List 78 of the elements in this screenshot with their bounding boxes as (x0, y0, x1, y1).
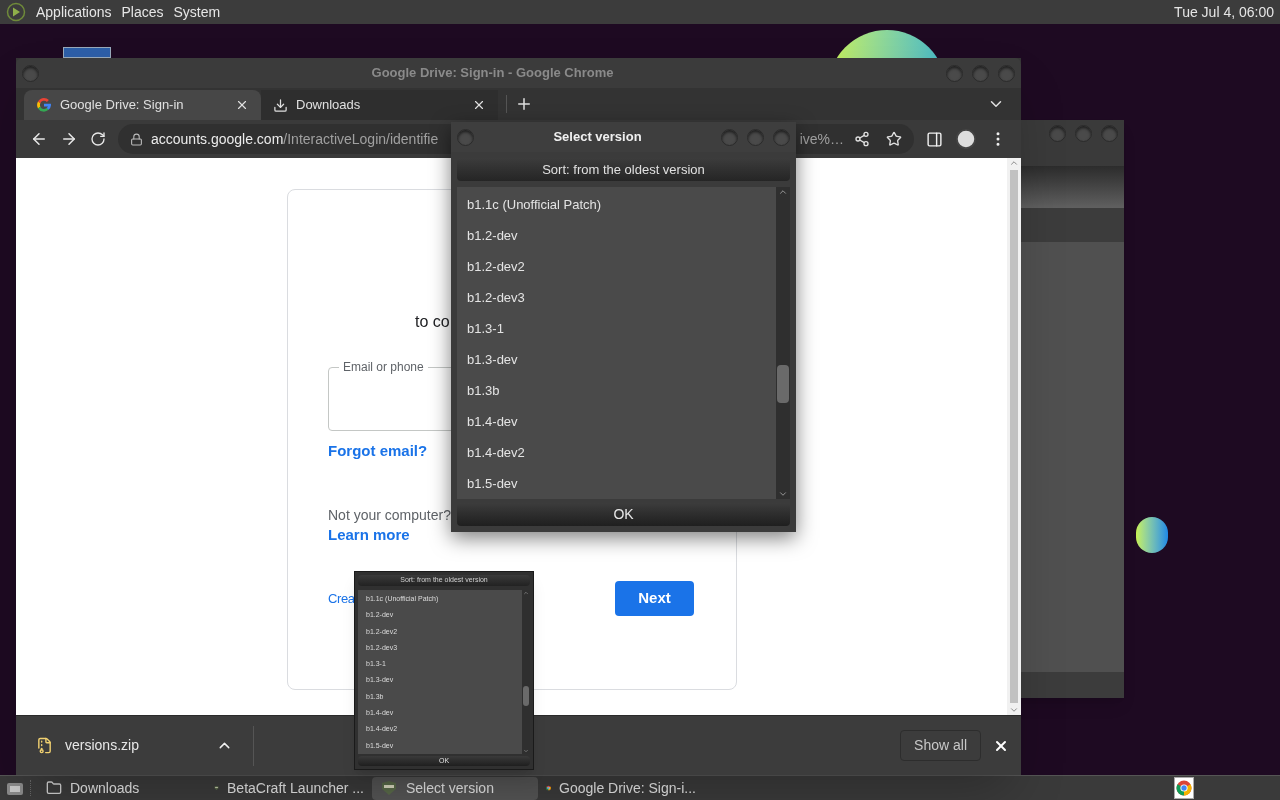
game-logo-icon (380, 780, 398, 796)
window-control-button[interactable] (747, 128, 764, 146)
lock-icon (130, 132, 143, 146)
learn-more-link[interactable]: Learn more (328, 525, 410, 545)
taskbar-item[interactable]: Select version (372, 776, 538, 800)
guest-mode-note: Not your computer? (328, 506, 451, 525)
next-button[interactable]: Next (615, 581, 694, 616)
clock[interactable]: Tue Jul 4, 06:00 (1174, 1, 1274, 23)
play-circle-icon[interactable] (6, 2, 26, 22)
tray-app-icon[interactable] (1174, 777, 1194, 799)
scroll-up-icon[interactable] (778, 187, 788, 197)
download-icon (273, 97, 288, 113)
window-control-button[interactable] (998, 64, 1015, 82)
archive-file-icon (36, 737, 53, 754)
version-item[interactable]: b1.3b (457, 375, 776, 406)
window-control-button[interactable] (721, 128, 738, 146)
scroll-thumb[interactable] (523, 686, 529, 707)
forward-icon[interactable] (60, 130, 78, 148)
window-control-button[interactable] (457, 128, 474, 146)
window-control-button[interactable] (972, 64, 989, 82)
browser-tab[interactable]: Google Drive: Sign-in (24, 90, 261, 120)
scroll-down-icon[interactable] (1009, 705, 1019, 715)
new-tab-icon[interactable] (515, 95, 533, 113)
scroll-up-icon[interactable] (523, 590, 529, 597)
browser-logo-icon (1176, 780, 1192, 796)
taskbar-item[interactable]: Google Drive: Sign-i... (538, 776, 704, 800)
panel-menu[interactable]: Places (121, 1, 164, 23)
reload-icon[interactable] (90, 131, 106, 147)
scrollbar[interactable] (776, 187, 790, 499)
side-panel-icon[interactable] (926, 130, 943, 148)
version-item[interactable]: b1.2-dev3 (457, 282, 776, 313)
version-item[interactable]: b1.1c (Unofficial Patch) (457, 189, 776, 220)
download-item[interactable]: versions.zip (16, 716, 253, 775)
share-icon[interactable] (854, 131, 870, 147)
panel-menu[interactable]: Applications (36, 1, 112, 23)
close-tab-icon[interactable] (472, 98, 486, 112)
window-control-button[interactable] (1075, 125, 1092, 142)
folder-icon (46, 780, 62, 796)
version-item[interactable]: b1.5-dev (457, 468, 776, 499)
ok-button[interactable]: OK (457, 503, 790, 526)
window-title: Google Drive: Sign-in - Google Chrome (370, 64, 615, 83)
version-item[interactable]: b1.3-dev (457, 344, 776, 375)
scroll-down-icon[interactable] (778, 489, 788, 499)
back-icon[interactable] (30, 130, 48, 148)
scrollbar[interactable] (522, 590, 530, 754)
window-control-button[interactable] (946, 64, 963, 82)
version-item[interactable]: b1.2-dev (457, 220, 776, 251)
scroll-down-icon[interactable] (523, 748, 529, 754)
taskbar-item[interactable]: BetaCraft Launcher ... (206, 776, 372, 800)
window-control-button[interactable] (22, 64, 39, 82)
bookmark-star-icon[interactable] (886, 131, 902, 147)
profile-icon[interactable] (955, 128, 977, 150)
scroll-thumb[interactable] (1010, 170, 1018, 703)
scroll-thumb[interactable] (777, 365, 789, 403)
subtitle: to co (415, 313, 450, 331)
show-desktop-icon[interactable] (6, 780, 24, 796)
version-item[interactable]: b1.3-1 (457, 313, 776, 344)
taskbar-item[interactable]: Downloads (38, 776, 204, 800)
window-control-button[interactable] (1049, 125, 1066, 142)
url-text: ive%… (799, 129, 844, 149)
window-control-button[interactable] (1101, 125, 1118, 142)
version-item[interactable]: b1.4-dev (457, 406, 776, 437)
desktop-icon[interactable] (63, 47, 111, 58)
version-item[interactable]: b1.4-dev2 (457, 437, 776, 468)
browser-tab[interactable]: Downloads (261, 90, 498, 120)
url-text: accounts.google.com/InteractiveLogin/identifie (151, 129, 439, 149)
orb-icon (1136, 517, 1168, 553)
forgot-email-link[interactable]: Forgot email? (328, 441, 428, 461)
version-item[interactable]: b1.2-dev2 (457, 251, 776, 282)
create-account-link[interactable]: Crea (328, 588, 355, 609)
show-all-button[interactable]: Show all (900, 730, 981, 761)
panel-menu[interactable]: System (173, 1, 221, 23)
scroll-up-icon[interactable] (1009, 158, 1019, 168)
window-title: Select version (552, 128, 643, 147)
scrollbar[interactable] (1007, 158, 1021, 715)
google-logo-icon (36, 97, 52, 113)
close-tab-icon[interactable] (235, 98, 249, 112)
window-control-button[interactable] (773, 128, 790, 146)
